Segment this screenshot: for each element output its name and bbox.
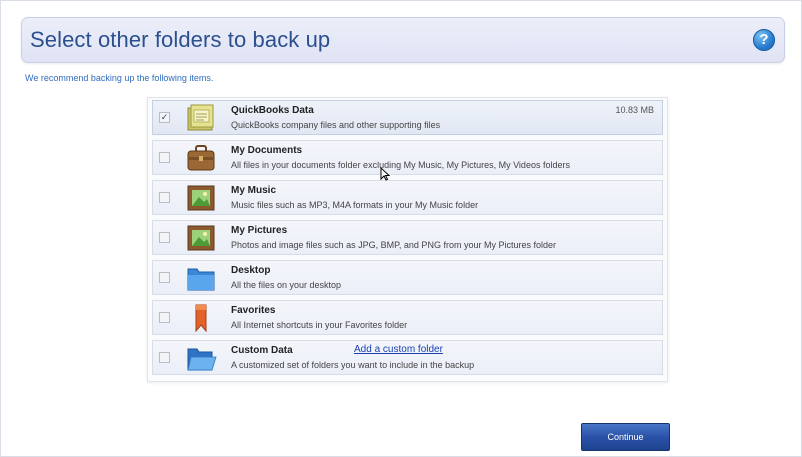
item-size: 10.83 MB	[615, 105, 654, 115]
item-description: All files in your documents folder exclu…	[231, 160, 570, 170]
checkbox-favorites[interactable]	[159, 312, 170, 323]
item-title: My Pictures	[231, 225, 288, 236]
item-description: All Internet shortcuts in your Favorites…	[231, 320, 408, 330]
briefcase-icon	[187, 145, 215, 171]
item-title: My Music	[231, 185, 277, 196]
item-description: QuickBooks company files and other suppo…	[231, 120, 441, 130]
ribbon-bookmark-icon	[195, 304, 207, 333]
item-title: Custom Data	[231, 345, 293, 356]
list-item-custom-data[interactable]: Custom Data Add a custom folder A custom…	[152, 340, 663, 375]
help-question-icon[interactable]: ?	[753, 29, 775, 51]
list-item-my-pictures[interactable]: My Pictures Photos and image files such …	[152, 220, 663, 255]
list-item-my-music[interactable]: My Music Music files such as MP3, M4A fo…	[152, 180, 663, 215]
checkbox-custom-data[interactable]	[159, 352, 170, 363]
item-title: Favorites	[231, 305, 276, 316]
picture-frame-icon	[187, 225, 215, 251]
continue-button[interactable]: Continue	[581, 423, 670, 451]
checkbox-my-documents[interactable]	[159, 152, 170, 163]
item-title: Desktop	[231, 265, 271, 276]
item-title: QuickBooks Data	[231, 105, 314, 116]
recommend-text: We recommend backing up the following it…	[25, 73, 214, 83]
item-description: All the files on your desktop	[231, 280, 342, 290]
list-item-desktop[interactable]: Desktop All the files on your desktop	[152, 260, 663, 295]
list-item-my-documents[interactable]: My Documents All files in your documents…	[152, 140, 663, 175]
checkbox-desktop[interactable]	[159, 272, 170, 283]
item-description: A customized set of folders you want to …	[231, 360, 475, 370]
page-title: Select other folders to back up	[30, 27, 331, 52]
blue-folder-icon	[187, 268, 215, 291]
checkbox-quickbooks-data[interactable]: ✓	[159, 112, 170, 123]
quickbooks-data-icon	[187, 104, 214, 131]
checkbox-my-music[interactable]	[159, 192, 170, 203]
item-description: Music files such as MP3, M4A formats in …	[231, 200, 479, 210]
picture-frame-icon	[187, 185, 215, 211]
add-custom-folder-link[interactable]: Add a custom folder	[354, 344, 443, 355]
checkbox-my-pictures[interactable]	[159, 232, 170, 243]
open-folder-icon	[187, 348, 217, 371]
header-bar: Select other folders to back up ?	[21, 17, 785, 63]
item-description: Photos and image files such as JPG, BMP,…	[231, 240, 556, 250]
list-item-quickbooks-data[interactable]: ✓ QuickBooks Data QuickBooks company fil…	[152, 100, 663, 135]
list-item-favorites[interactable]: Favorites All Internet shortcuts in your…	[152, 300, 663, 335]
backup-dialog: Select other folders to back up ? We rec…	[0, 0, 802, 457]
mouse-cursor-icon	[380, 167, 390, 181]
folder-list: ✓ QuickBooks Data QuickBooks company fil…	[147, 97, 668, 382]
item-title: My Documents	[231, 145, 303, 156]
